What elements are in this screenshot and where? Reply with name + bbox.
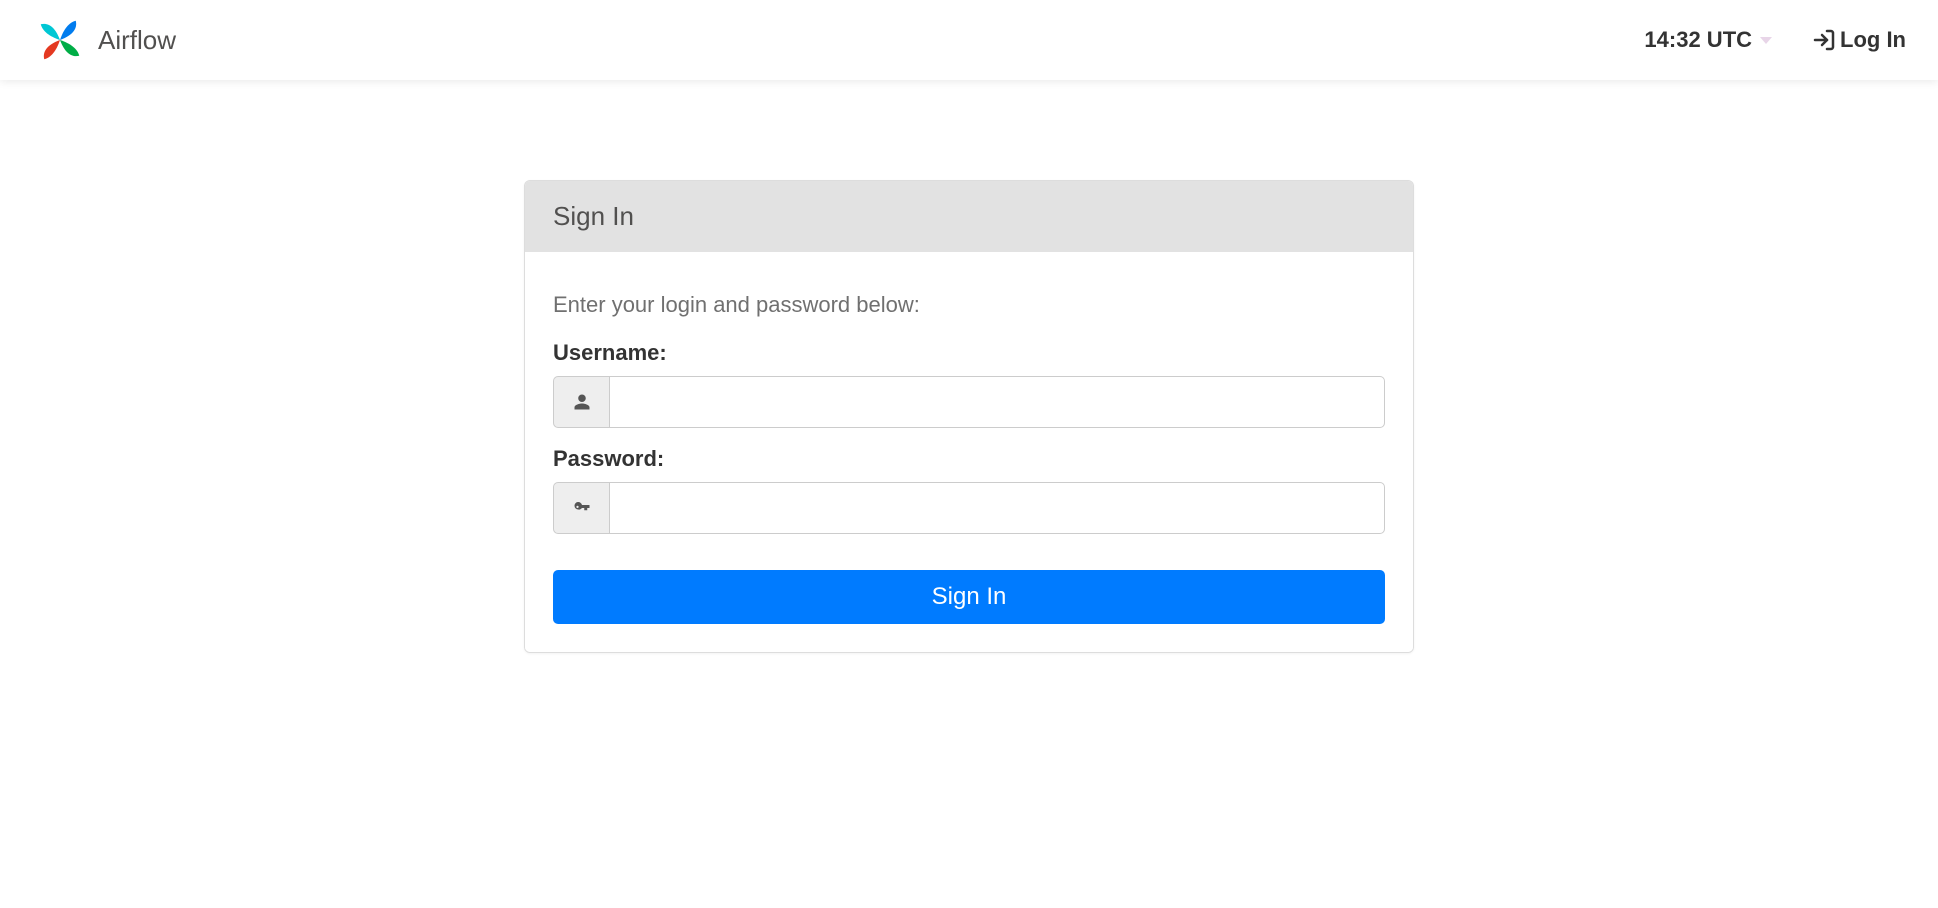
panel-body: Enter your login and password below: Use… bbox=[525, 252, 1413, 652]
caret-down-icon bbox=[1760, 37, 1772, 44]
password-group: Password: bbox=[553, 446, 1385, 534]
navbar: Airflow 14:32 UTC Log In bbox=[0, 0, 1938, 80]
username-group: Username: bbox=[553, 340, 1385, 428]
username-label: Username: bbox=[553, 340, 1385, 366]
airflow-logo-icon bbox=[32, 12, 88, 68]
navbar-right: 14:32 UTC Log In bbox=[1644, 27, 1906, 53]
main-container: Sign In Enter your login and password be… bbox=[504, 180, 1434, 653]
login-icon bbox=[1812, 28, 1836, 52]
user-icon bbox=[553, 376, 609, 428]
panel-title: Sign In bbox=[525, 181, 1413, 252]
username-input[interactable] bbox=[609, 376, 1385, 428]
brand-name: Airflow bbox=[98, 25, 176, 56]
password-input-group bbox=[553, 482, 1385, 534]
username-input-group bbox=[553, 376, 1385, 428]
login-link[interactable]: Log In bbox=[1812, 27, 1906, 53]
login-link-text: Log In bbox=[1840, 27, 1906, 53]
key-icon bbox=[553, 482, 609, 534]
navbar-brand[interactable]: Airflow bbox=[32, 12, 176, 68]
signin-button[interactable]: Sign In bbox=[553, 570, 1385, 624]
password-input[interactable] bbox=[609, 482, 1385, 534]
help-text: Enter your login and password below: bbox=[553, 292, 1385, 318]
password-label: Password: bbox=[553, 446, 1385, 472]
time-text: 14:32 UTC bbox=[1644, 27, 1752, 53]
signin-panel: Sign In Enter your login and password be… bbox=[524, 180, 1414, 653]
time-dropdown[interactable]: 14:32 UTC bbox=[1644, 27, 1772, 53]
